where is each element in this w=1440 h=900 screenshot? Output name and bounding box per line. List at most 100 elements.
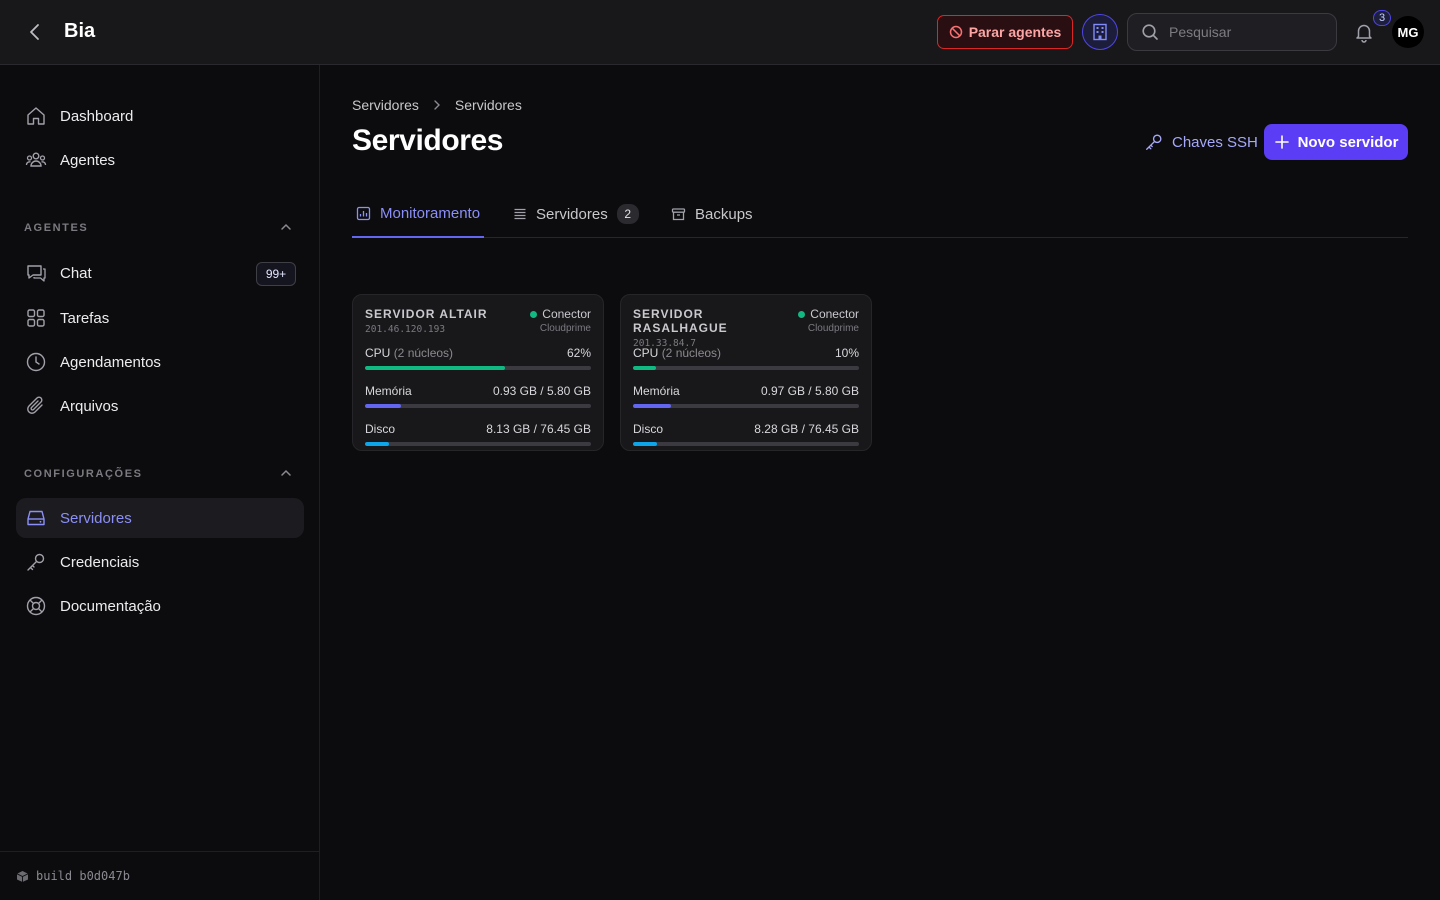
- disk-bar: [633, 442, 859, 446]
- bell-icon: [1356, 24, 1372, 43]
- disk-value: 8.13 GB / 76.45 GB: [486, 422, 591, 436]
- disk-label: Disco: [633, 422, 664, 436]
- disk-label: Disco: [365, 422, 396, 436]
- sidebar-item-label: Agendamentos: [60, 353, 161, 371]
- status-dot: [530, 310, 538, 318]
- tab-label: Backups: [695, 205, 753, 223]
- server-icon: [24, 506, 48, 530]
- memory-value: 0.93 GB / 5.80 GB: [492, 384, 591, 398]
- search-input[interactable]: [1169, 24, 1319, 40]
- building-icon: [1093, 23, 1107, 41]
- tab-count-badge: 2: [616, 204, 639, 224]
- build-label: build b0d047b: [36, 869, 130, 883]
- server-card[interactable]: SERVIDOR RASALHAGUE 201.33.84.7 Conector…: [620, 294, 872, 451]
- memory-bar-fill: [633, 404, 671, 408]
- cpu-bar-fill: [365, 366, 506, 370]
- sidebar-item-chat[interactable]: Chat 99+: [16, 253, 304, 293]
- cpu-label: CPU: [633, 346, 659, 360]
- disk-bar-fill: [633, 442, 658, 446]
- chevron-up-icon: [281, 223, 291, 230]
- collapse-agentes-button[interactable]: [278, 219, 294, 235]
- sidebar: Dashboard Agentes AGENTES Chat 99+ Taref…: [0, 65, 320, 900]
- search-box[interactable]: [1127, 13, 1337, 51]
- sidebar-item-label: Documentação: [60, 597, 161, 615]
- sidebar-item-agentes[interactable]: Agentes: [16, 140, 304, 180]
- tab-backups[interactable]: Backups: [671, 190, 753, 238]
- cpu-bar: [365, 366, 591, 370]
- lifebuoy-icon: [24, 594, 48, 618]
- back-button[interactable]: [24, 20, 46, 44]
- tab-label: Monitoramento: [380, 204, 481, 222]
- section-title-agentes: AGENTES: [24, 222, 89, 234]
- disk-value: 8.28 GB / 76.45 GB: [754, 422, 859, 436]
- sidebar-item-label: Agentes: [60, 151, 116, 169]
- sidebar-item-label: Servidores: [60, 509, 132, 527]
- sidebar-item-credenciais[interactable]: Credenciais: [16, 542, 304, 582]
- disk-metric: Disco 8.13 GB / 76.45 GB: [365, 421, 591, 455]
- memory-bar: [633, 404, 859, 408]
- breadcrumb-item: Servidores: [454, 97, 522, 113]
- plus-icon: [1274, 135, 1289, 149]
- paperclip-icon: [24, 394, 48, 418]
- disk-bar-fill: [365, 442, 389, 446]
- sidebar-item-tarefas[interactable]: Tarefas: [16, 298, 304, 338]
- chart-icon: [356, 206, 371, 220]
- tab-servidores[interactable]: Servidores 2: [513, 190, 639, 238]
- search-icon: [1142, 24, 1158, 40]
- sidebar-item-label: Dashboard: [60, 107, 134, 125]
- sidebar-item-label: Credenciais: [60, 553, 140, 571]
- cpu-value: 62%: [566, 346, 591, 360]
- ssh-keys-label: Chaves SSH: [1172, 133, 1258, 151]
- cpu-cores: (2 núcleos): [661, 346, 722, 360]
- page-title: Servidores: [352, 124, 504, 157]
- breadcrumb-item[interactable]: Servidores: [352, 97, 419, 113]
- connector-label: Conector: [542, 307, 591, 321]
- new-server-label: Novo servidor: [1297, 133, 1399, 151]
- memory-metric: Memória 0.93 GB / 5.80 GB: [365, 383, 591, 417]
- notification-count-badge: 3: [1373, 10, 1391, 26]
- archive-icon: [671, 207, 686, 220]
- sidebar-item-arquivos[interactable]: Arquivos: [16, 386, 304, 426]
- section-title-configuracoes: CONFIGURAÇÕES: [24, 468, 143, 480]
- organization-button[interactable]: [1082, 14, 1118, 50]
- cpu-bar-fill: [633, 366, 656, 370]
- list-icon: [514, 208, 526, 220]
- sidebar-item-label: Arquivos: [60, 397, 119, 415]
- clock-icon: [24, 350, 48, 374]
- ban-icon: [949, 25, 962, 39]
- sidebar-item-label: Tarefas: [60, 309, 110, 327]
- tab-monitoramento[interactable]: Monitoramento: [352, 190, 485, 238]
- cpu-label: CPU: [365, 346, 391, 360]
- stop-agents-button[interactable]: Parar agentes: [937, 15, 1073, 49]
- app-title: Bia: [64, 20, 96, 42]
- chat-count-badge: 99+: [256, 262, 296, 286]
- sidebar-item-documentacao[interactable]: Documentação: [16, 586, 304, 626]
- provider-label: Cloudprime: [539, 323, 591, 334]
- tab-bar: Monitoramento Servidores 2 Backups: [352, 190, 1408, 238]
- memory-metric: Memória 0.97 GB / 5.80 GB: [633, 383, 859, 417]
- server-card[interactable]: SERVIDOR ALTAIR 201.46.120.193 Conector …: [352, 294, 604, 451]
- new-server-button[interactable]: Novo servidor: [1264, 124, 1408, 160]
- cube-icon: [16, 870, 29, 882]
- cpu-cores: (2 núcleos): [393, 346, 454, 360]
- provider-label: Cloudprime: [807, 323, 859, 334]
- cpu-bar: [633, 366, 859, 370]
- grid-icon: [24, 306, 48, 330]
- build-info: build b0d047b: [0, 851, 320, 900]
- user-avatar[interactable]: MG: [1392, 16, 1424, 48]
- cpu-value: 10%: [834, 346, 859, 360]
- sidebar-item-dashboard[interactable]: Dashboard: [16, 96, 304, 136]
- sidebar-item-servidores[interactable]: Servidores: [16, 498, 304, 538]
- notifications-button[interactable]: [1353, 21, 1375, 43]
- home-icon: [24, 104, 48, 128]
- key-icon: [24, 550, 48, 574]
- tab-label: Servidores: [536, 205, 608, 223]
- ssh-keys-button[interactable]: Chaves SSH: [1144, 130, 1258, 154]
- server-name: SERVIDOR ALTAIR: [365, 307, 488, 321]
- cpu-metric: CPU (2 núcleos) 10%: [633, 345, 859, 379]
- chevron-up-icon: [281, 469, 291, 476]
- memory-label: Memória: [633, 384, 680, 398]
- collapse-configuracoes-button[interactable]: [278, 465, 294, 481]
- sidebar-item-agendamentos[interactable]: Agendamentos: [16, 342, 304, 382]
- disk-bar: [365, 442, 591, 446]
